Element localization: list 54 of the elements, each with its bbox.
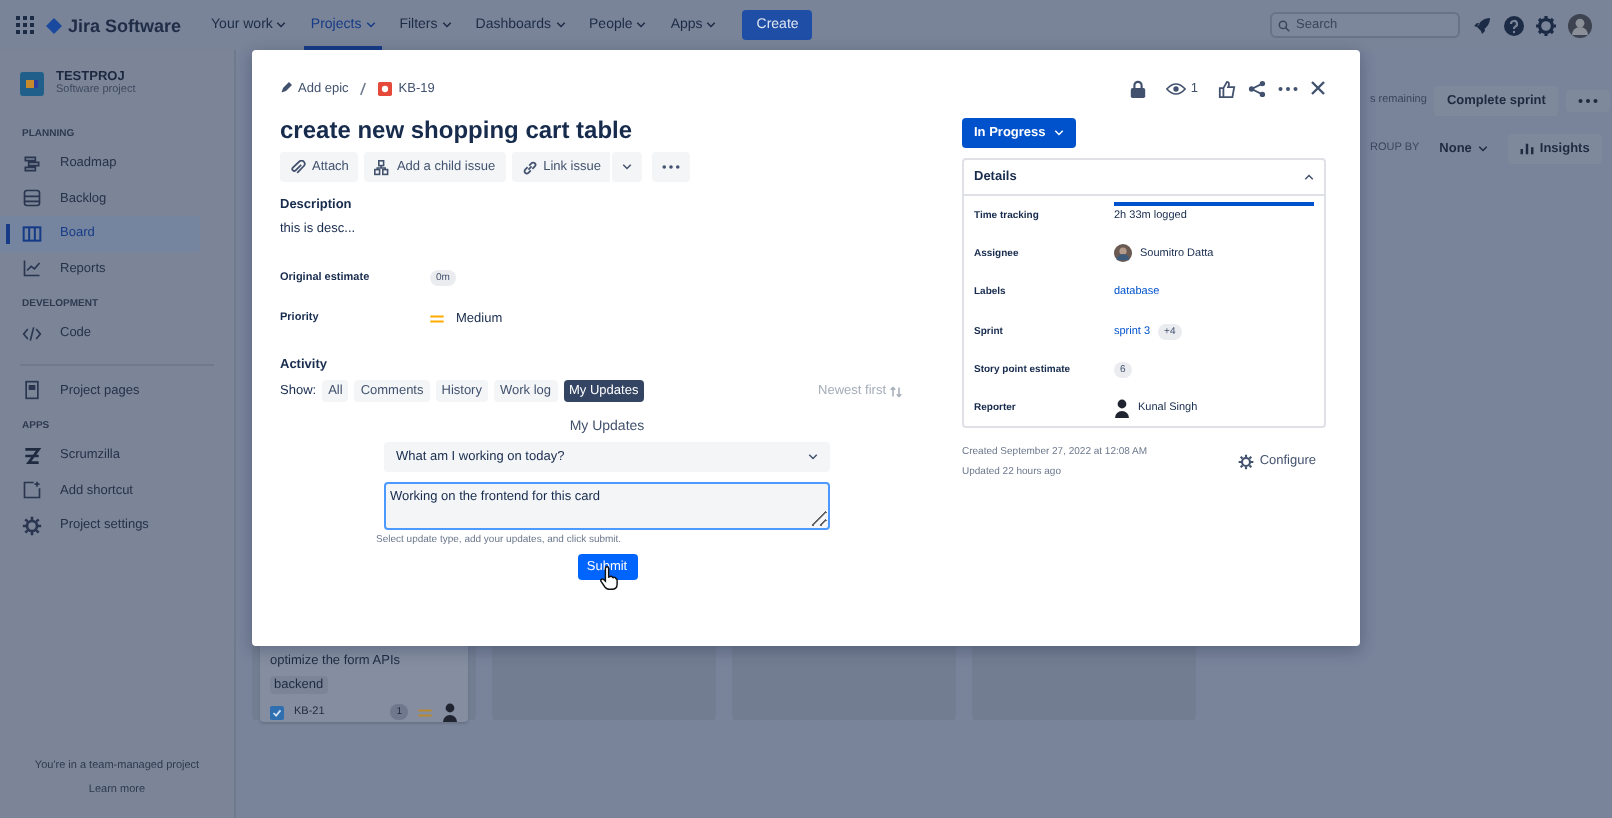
bug-icon xyxy=(378,81,393,95)
pencil-icon xyxy=(280,82,292,94)
avatar-icon[interactable] xyxy=(1568,13,1592,37)
issue-title: create new shopping cart table xyxy=(280,116,635,144)
page-icon xyxy=(22,380,42,401)
board-icon xyxy=(22,223,42,244)
diamond-logo-icon xyxy=(46,17,62,33)
priority-icon xyxy=(430,313,444,323)
checkbox-icon xyxy=(270,705,284,719)
eye-icon xyxy=(1166,81,1187,95)
caret-icon xyxy=(365,22,376,28)
more-button[interactable] xyxy=(652,152,691,182)
caret-icon xyxy=(555,22,566,28)
help-icon[interactable] xyxy=(1504,15,1524,35)
roadmap-icon xyxy=(22,153,42,174)
collapse-icon[interactable] xyxy=(1304,174,1314,180)
person-icon xyxy=(1114,398,1130,419)
backlog-icon xyxy=(22,188,42,209)
close-icon[interactable] xyxy=(1310,80,1326,96)
insights-icon xyxy=(1519,141,1534,155)
chart-icon xyxy=(22,258,42,279)
settings-icon xyxy=(22,515,42,536)
caret-icon xyxy=(1053,130,1064,136)
more-button[interactable] xyxy=(1565,89,1610,111)
settings-icon[interactable] xyxy=(1536,15,1556,35)
more-icon xyxy=(1577,97,1598,103)
slash-icon xyxy=(360,81,367,95)
share-icon[interactable] xyxy=(1248,79,1266,97)
code-icon xyxy=(22,323,42,344)
caret-icon xyxy=(706,22,717,28)
caret-icon xyxy=(1477,145,1488,151)
more-icon xyxy=(662,164,681,170)
avatar-icon xyxy=(1114,244,1132,263)
lock-icon[interactable] xyxy=(1130,79,1147,97)
app-switcher-icon[interactable] xyxy=(16,16,34,34)
settings-icon xyxy=(1237,454,1254,470)
project-avatar-icon xyxy=(20,71,44,95)
thumbs-up-icon[interactable] xyxy=(1218,79,1236,97)
product-name[interactable]: Jira Software xyxy=(68,15,182,35)
link-icon xyxy=(521,159,538,175)
add-shortcut-icon xyxy=(22,480,42,501)
rocket-icon[interactable] xyxy=(1472,15,1492,35)
z-logo-icon xyxy=(22,445,42,466)
sort-icon xyxy=(890,385,902,397)
child-issue-icon xyxy=(374,159,391,175)
priority-icon xyxy=(418,707,432,717)
caret-icon xyxy=(636,22,647,28)
person-icon xyxy=(442,702,458,722)
caret-icon xyxy=(276,22,287,28)
caret-icon xyxy=(441,22,452,28)
caret-icon xyxy=(808,454,818,460)
caret-icon xyxy=(622,164,633,170)
paperclip-icon xyxy=(290,159,306,175)
more-icon[interactable] xyxy=(1278,85,1298,91)
